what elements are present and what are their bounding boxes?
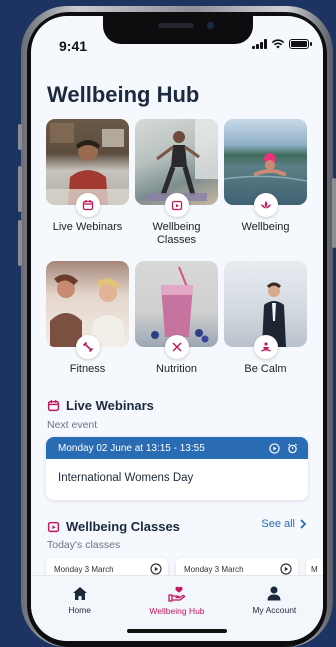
see-all-link[interactable]: See all <box>261 518 307 530</box>
person-icon <box>267 586 281 601</box>
event-datetime: Monday 02 June at 13:15 - 13:55 <box>58 442 205 454</box>
dumbbell-icon <box>75 335 100 359</box>
see-all-label: See all <box>261 518 295 530</box>
tab-home[interactable]: Home <box>35 586 125 641</box>
event-name: International Womens Day <box>58 472 194 484</box>
wellbeing-classes-header: Wellbeing Classes <box>47 519 180 534</box>
meditation-icon <box>253 335 278 359</box>
power-button <box>332 178 336 248</box>
speaker <box>158 23 194 28</box>
battery-icon <box>289 39 312 49</box>
tile-label: Nutrition <box>156 363 197 375</box>
signal-icon <box>252 39 267 49</box>
tab-label: My Account <box>252 605 297 615</box>
page-title: Wellbeing Hub <box>47 82 200 107</box>
screen: 9:41 Wellbeing Hub Live Webinars Wellbei… <box>31 16 323 641</box>
alarm-icon[interactable] <box>287 443 298 454</box>
utensils-icon <box>164 335 189 359</box>
tile-label: Fitness <box>69 363 106 375</box>
tile-label: Be Calm <box>244 363 287 375</box>
tab-label: Home <box>68 605 91 615</box>
calendar-icon <box>75 193 100 217</box>
volume-down-button <box>18 220 22 266</box>
calendar-icon <box>47 400 60 412</box>
tab-my-account[interactable]: My Account <box>229 586 319 641</box>
tile-fitness[interactable]: Fitness <box>46 261 129 403</box>
play-calendar-icon <box>164 193 189 217</box>
tile-nutrition[interactable]: Nutrition <box>135 261 218 403</box>
mute-switch <box>18 124 22 150</box>
live-webinars-header: Live Webinars <box>47 398 154 413</box>
chevron-right-icon <box>300 519 307 529</box>
next-event-card[interactable]: Monday 02 June at 13:15 - 13:55 Internat… <box>46 437 308 500</box>
section-subtitle: Today's classes <box>47 539 121 551</box>
section-title: Live Webinars <box>66 398 154 413</box>
section-subtitle: Next event <box>47 419 98 431</box>
tile-be-calm[interactable]: Be Calm <box>224 261 307 403</box>
play-circle-icon[interactable] <box>269 442 280 454</box>
notch <box>103 16 253 44</box>
tile-wellbeing[interactable]: Wellbeing <box>224 119 307 261</box>
wifi-icon <box>271 39 285 49</box>
tile-label: Live Webinars <box>52 221 123 233</box>
class-date: Monday 3 March <box>54 564 114 574</box>
home-icon <box>72 587 87 600</box>
section-title: Wellbeing Classes <box>66 519 180 534</box>
tile-label: Wellbeing <box>241 221 290 233</box>
home-indicator[interactable] <box>127 629 227 633</box>
play-circle-icon[interactable] <box>280 563 292 575</box>
phone-frame: 9:41 Wellbeing Hub Live Webinars Wellbei… <box>18 6 336 647</box>
play-calendar-icon <box>47 522 60 533</box>
play-circle-icon[interactable] <box>150 563 162 575</box>
tile-live-webinars[interactable]: Live Webinars <box>46 119 129 261</box>
camera <box>207 22 214 29</box>
tab-label: Wellbeing Hub <box>149 606 205 616</box>
event-header: Monday 02 June at 13:15 - 13:55 <box>46 437 308 459</box>
heart-hand-icon <box>168 586 186 602</box>
class-date: Monday 3 March <box>184 564 244 574</box>
tile-wellbeing-classes[interactable]: Wellbeing Classes <box>135 119 218 261</box>
tile-label: Wellbeing Classes <box>152 221 201 246</box>
volume-up-button <box>18 166 22 212</box>
lotus-icon <box>253 193 278 217</box>
class-date: M <box>311 564 318 574</box>
category-grid: Live Webinars Wellbeing Classes Wellbein… <box>46 119 308 403</box>
status-time: 9:41 <box>59 38 88 54</box>
status-icons <box>252 39 312 49</box>
